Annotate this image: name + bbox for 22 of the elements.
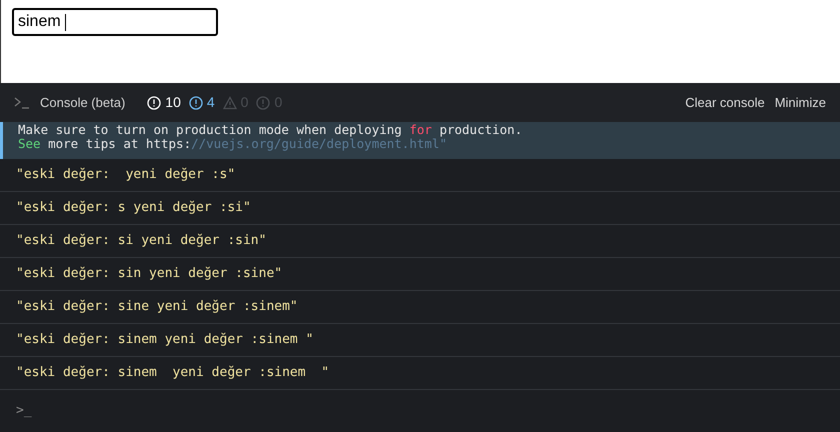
log-row: "eski değer: sine yeni değer :sinem" [0,291,840,324]
console-action-button[interactable]: Clear console [685,92,765,112]
error-icon [256,96,270,110]
notice-line: See more tips at https://vuejs.org/guide/deployment.html" [18,137,447,151]
log-row: "eski değer: si yeni değer :sin" [0,225,840,258]
info-icon [147,96,162,110]
log-row: "eski değer: sinem yeni değer :sinem " [0,324,840,357]
warning-icon [222,96,237,110]
console-title: Console (beta) [40,94,126,112]
notice-line: Make sure to turn on production mode when deploying for production. [18,123,524,137]
text-caret [65,14,66,30]
log-row: "eski değer: s yeni değer :si" [0,192,840,225]
terminal-icon [14,96,32,108]
counter-value: 4 [206,93,215,112]
console-prompt[interactable]: >_ [16,401,32,421]
log-row: "eski değer: yeni değer :s" [0,159,840,192]
text-input[interactable]: sinem [12,8,218,36]
log-row: "eski değer: sin yeni değer :sine" [0,258,840,291]
info-icon [188,96,203,110]
log-row: "eski değer: sinem yeni değer :sinem " [0,357,840,390]
counter-value: 10 [165,93,181,112]
console-action-button[interactable]: Minimize [774,92,826,112]
